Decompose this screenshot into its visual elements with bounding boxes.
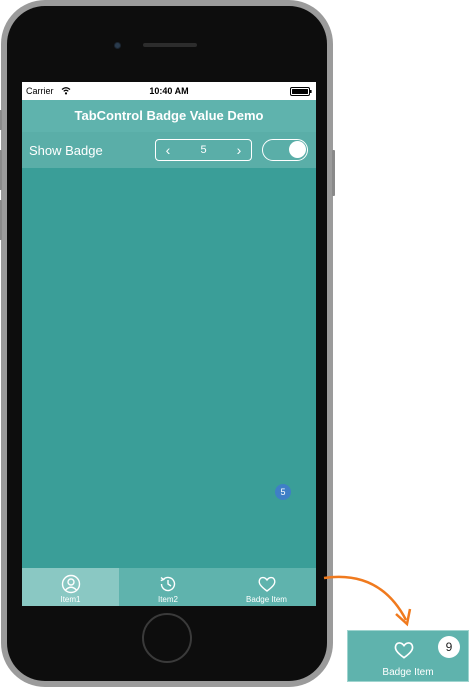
nav-bar: TabControl Badge Value Demo <box>22 100 316 132</box>
heart-icon <box>258 576 275 592</box>
stepper-value: 5 <box>200 144 207 156</box>
callout-label: Badge Item <box>382 667 434 678</box>
stepper-decrement-button[interactable]: ‹ <box>156 140 180 160</box>
power-button <box>332 150 335 196</box>
volume-down-button <box>0 200 2 240</box>
badge-toolbar: Show Badge ‹ 5 › <box>22 132 316 168</box>
badge-item-callout: Badge Item 9 <box>347 630 469 682</box>
show-badge-label: Show Badge <box>29 143 103 158</box>
battery-icon <box>290 87 312 96</box>
tab-item1[interactable]: Item1 <box>22 568 119 606</box>
home-button[interactable] <box>142 613 192 663</box>
speaker-grille <box>143 43 197 47</box>
tab-label: Badge Item <box>246 595 287 604</box>
tab-badge-item[interactable]: Badge Item <box>217 568 316 606</box>
history-icon <box>160 576 176 592</box>
status-time: 10:40 AM <box>149 86 189 96</box>
heart-icon <box>394 642 414 659</box>
tab-item2[interactable]: Item2 <box>119 568 217 606</box>
app-screen: Carrier 10:40 AM TabControl Badge Value … <box>22 82 316 606</box>
tab-label: Item2 <box>157 595 178 604</box>
nav-title: TabControl Badge Value Demo <box>74 108 264 123</box>
toggle-knob <box>289 141 306 158</box>
volume-up-button <box>0 150 2 190</box>
callout-arrow-icon <box>323 575 412 627</box>
tab-bar: Item1 Item2 Badge Item <box>22 568 316 606</box>
mute-switch <box>0 110 2 130</box>
status-bar: Carrier 10:40 AM <box>22 82 316 100</box>
stepper-increment-button[interactable]: › <box>227 140 251 160</box>
tab-label: Item1 <box>60 595 81 604</box>
callout-badge: 9 <box>438 636 460 658</box>
user-icon <box>61 574 80 594</box>
badge-value-stepper[interactable]: ‹ 5 › <box>155 139 252 161</box>
show-badge-toggle[interactable] <box>262 139 308 161</box>
tab-badge: 5 <box>275 484 291 500</box>
camera-icon <box>114 42 121 49</box>
